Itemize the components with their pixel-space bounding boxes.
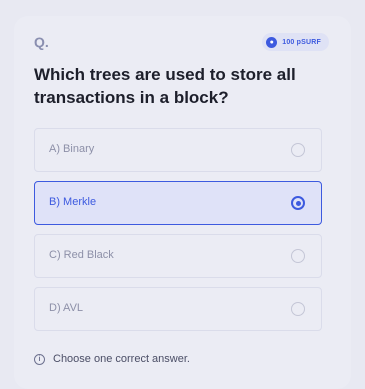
option-label: A) Binary — [49, 143, 95, 155]
reward-badge: ● 100 pSURF — [262, 33, 329, 51]
hint: i Choose one correct answer. — [34, 353, 190, 365]
question-marker: Q. — [34, 34, 49, 50]
option-label: C) Red Black — [49, 249, 114, 261]
hint-text: Choose one correct answer. — [53, 353, 190, 365]
radio-button[interactable] — [291, 249, 305, 263]
option-b[interactable]: B) Merkle — [34, 181, 322, 225]
radio-button[interactable] — [291, 302, 305, 316]
quiz-card: Q. ● 100 pSURF Which trees are used to s… — [14, 16, 351, 389]
option-c[interactable]: C) Red Black — [34, 234, 322, 278]
info-icon: i — [34, 353, 45, 365]
option-d[interactable]: D) AVL — [34, 287, 322, 331]
coin-icon: ● — [266, 36, 278, 48]
option-label: D) AVL — [49, 302, 84, 314]
option-label: B) Merkle — [49, 196, 97, 208]
radio-button-selected[interactable] — [291, 196, 305, 210]
question-text: Which trees are used to store all transa… — [34, 65, 296, 107]
radio-button[interactable] — [291, 143, 305, 157]
reward-text: 100 pSURF — [282, 38, 321, 46]
option-a[interactable]: A) Binary — [34, 128, 322, 172]
